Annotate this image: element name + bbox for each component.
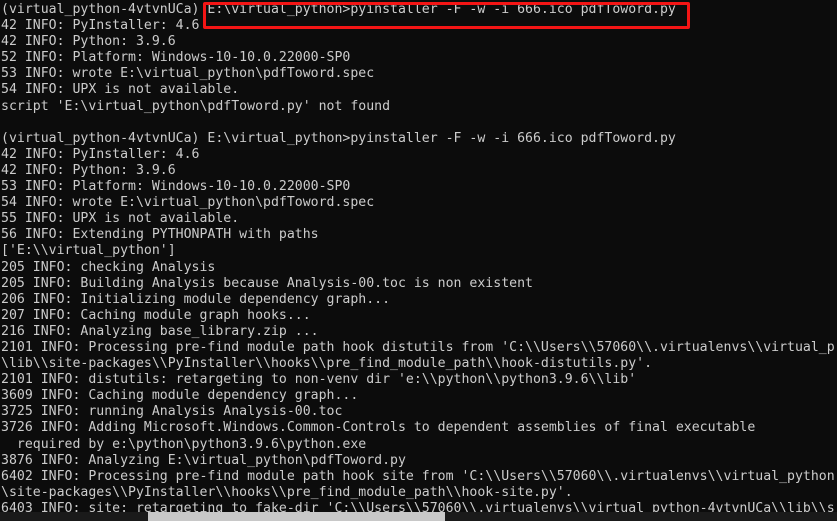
console-line: 6402 INFO: Processing pre-find module pa… [1, 468, 835, 484]
console-line: 52 INFO: Platform: Windows-10-10.0.22000… [1, 50, 351, 66]
console-line: 205 INFO: checking Analysis [1, 259, 216, 275]
console-line: 42 INFO: PyInstaller: 4.6 [1, 18, 200, 34]
console-line: (virtual_python-4vtvnUCa) E:\virtual_pyt… [1, 130, 676, 146]
console-line: ['E:\\virtual_python'] [1, 243, 176, 259]
console-line: 205 INFO: Building Analysis because Anal… [1, 275, 533, 291]
command-prompt-window[interactable]: (virtual_python-4vtvnUCa) E:\virtual_pyt… [0, 0, 837, 521]
console-line: 3725 INFO: running Analysis Analysis-00.… [1, 404, 343, 420]
console-line: required by e:\python\python3.9.6\python… [1, 436, 367, 452]
console-line: 3726 INFO: Adding Microsoft.Windows.Comm… [1, 420, 756, 436]
console-line: 54 INFO: UPX is not available. [1, 82, 240, 98]
console-line: 56 INFO: Extending PYTHONPATH with paths [1, 227, 319, 243]
horizontal-scrollbar-thumb[interactable] [148, 512, 445, 521]
console-line: 55 INFO: UPX is not available. [1, 211, 240, 227]
console-line: 42 INFO: PyInstaller: 4.6 [1, 146, 200, 162]
horizontal-scrollbar[interactable] [0, 512, 837, 521]
console-line: script 'E:\virtual_python\pdfToword.py' … [1, 98, 391, 114]
console-line: 53 INFO: Platform: Windows-10-10.0.22000… [1, 179, 351, 195]
console-line: (virtual_python-4vtvnUCa) E:\virtual_pyt… [1, 2, 676, 17]
console-line: 206 INFO: Initializing module dependency… [1, 291, 391, 307]
console-line: 54 INFO: wrote E:\virtual_python\pdfTowo… [1, 195, 375, 211]
console-line: 42 INFO: Python: 3.9.6 [1, 34, 176, 50]
console-line: 53 INFO: wrote E:\virtual_python\pdfTowo… [1, 66, 375, 82]
console-line: 2101 INFO: distutils: retargeting to non… [1, 372, 637, 388]
console-line: 207 INFO: Caching module graph hooks... [1, 307, 311, 323]
console-output-text: (virtual_python-4vtvnUCa) E:\virtual_pyt… [0, 0, 837, 517]
console-line: 3609 INFO: Caching module dependency gra… [1, 388, 359, 404]
console-line: 42 INFO: Python: 3.9.6 [1, 162, 176, 178]
console-line: \lib\\site-packages\\PyInstaller\\hooks\… [1, 356, 653, 372]
console-line: 2101 INFO: Processing pre-find module pa… [1, 339, 835, 355]
console-line: \site-packages\\PyInstaller\\hooks\\pre_… [1, 484, 573, 500]
console-line: 216 INFO: Analyzing base_library.zip ... [1, 323, 319, 339]
console-line: 3876 INFO: Analyzing E:\virtual_python\p… [1, 452, 406, 468]
